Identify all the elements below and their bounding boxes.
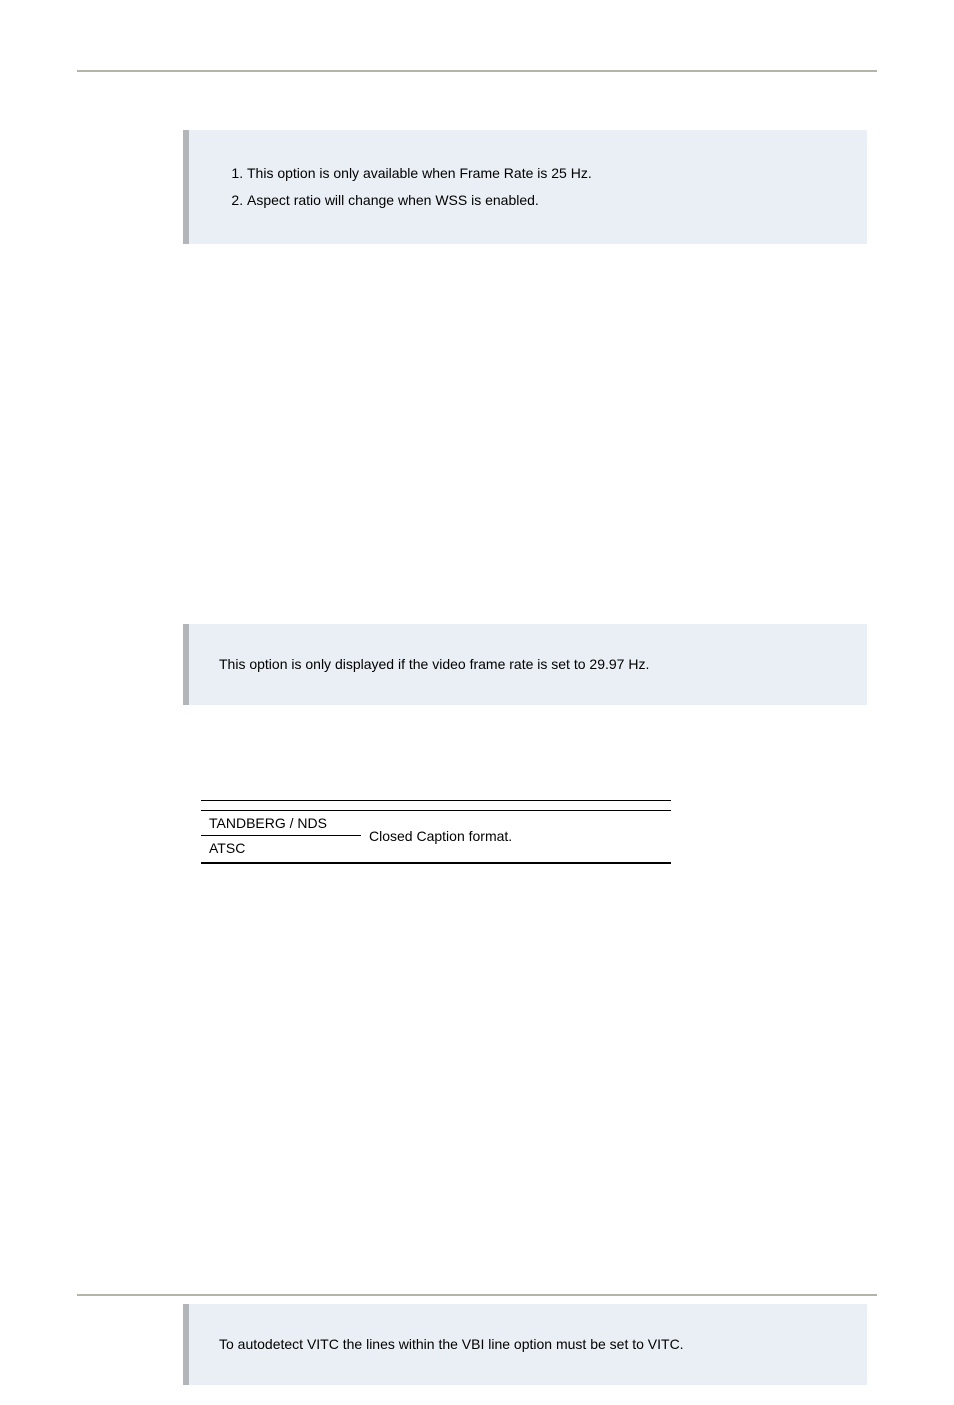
bottom-rule bbox=[77, 1294, 877, 1296]
content-area: This option is only available when Frame… bbox=[183, 130, 867, 1405]
note-list-item: This option is only available when Frame… bbox=[247, 160, 847, 187]
spacer bbox=[183, 864, 867, 1304]
table-rule bbox=[201, 800, 671, 810]
table-cell: TANDBERG / NDS bbox=[201, 811, 361, 836]
spacer bbox=[183, 725, 867, 800]
note-list: This option is only available when Frame… bbox=[247, 160, 847, 214]
table-col-left: TANDBERG / NDS ATSC bbox=[201, 811, 361, 860]
closed-caption-table: TANDBERG / NDS ATSC Closed Caption forma… bbox=[201, 800, 671, 864]
note-box-2: This option is only displayed if the vid… bbox=[183, 624, 867, 705]
table-cell: ATSC bbox=[201, 836, 361, 860]
top-rule bbox=[77, 70, 877, 72]
note-box-1: This option is only available when Frame… bbox=[183, 130, 867, 244]
note-text: This option is only displayed if the vid… bbox=[219, 654, 847, 675]
table-cell: Closed Caption format. bbox=[361, 811, 671, 860]
note-list-item: Aspect ratio will change when WSS is ena… bbox=[247, 187, 847, 214]
note-text: To autodetect VITC the lines within the … bbox=[219, 1334, 847, 1355]
note-box-3: To autodetect VITC the lines within the … bbox=[183, 1304, 867, 1385]
table-row: TANDBERG / NDS ATSC Closed Caption forma… bbox=[201, 811, 671, 860]
spacer bbox=[183, 264, 867, 624]
